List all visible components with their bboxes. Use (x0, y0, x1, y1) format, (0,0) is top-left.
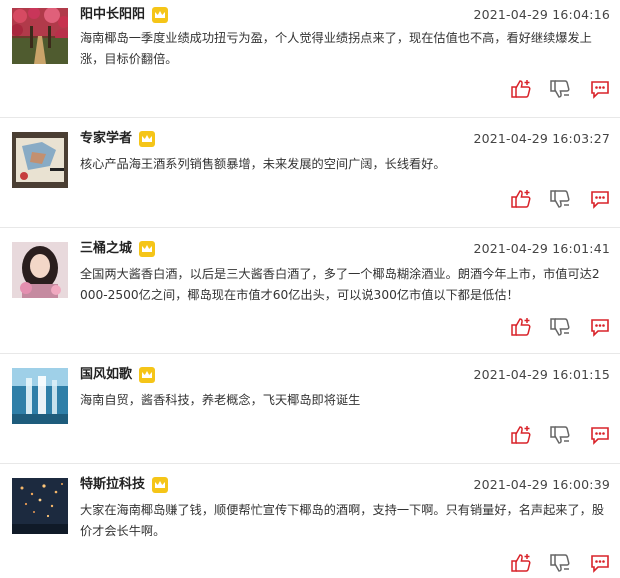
comment-actions (510, 78, 610, 100)
comment-text: 海南自贸，酱香科技，养老概念，飞天椰岛即将诞生 (80, 393, 361, 407)
like-icon[interactable] (510, 424, 532, 446)
avatar[interactable] (12, 8, 68, 64)
avatar[interactable] (12, 132, 68, 188)
comment-item: 特斯拉科技 2021-04-29 16:00:39 大家在海南椰岛赚了钱，顺便帮… (0, 464, 620, 577)
dislike-icon[interactable] (549, 424, 571, 446)
timestamp: 2021-04-29 16:04:16 (473, 7, 610, 22)
reply-icon[interactable] (589, 552, 611, 574)
crown-icon (139, 131, 156, 147)
comment-actions (510, 188, 610, 210)
like-icon[interactable] (510, 552, 532, 574)
dislike-icon[interactable] (549, 316, 571, 338)
comment-header: 阳中长阳阳 2021-04-29 16:04:16 (80, 6, 610, 24)
drawing-desk-avatar (12, 132, 68, 188)
timestamp: 2021-04-29 16:00:39 (473, 477, 610, 492)
reply-icon[interactable] (589, 424, 611, 446)
avatar[interactable] (12, 478, 68, 534)
comment-header: 国风如歌 2021-04-29 16:01:15 (80, 366, 610, 384)
flower-garden-path-avatar (12, 8, 68, 64)
like-icon[interactable] (510, 78, 532, 100)
comment-actions (510, 424, 610, 446)
comment-text: 海南椰岛一季度业绩成功扭亏为盈，个人觉得业绩拐点来了，现在估值也不高，看好继续爆… (80, 31, 592, 66)
comment-list: 阳中长阳阳 2021-04-29 16:04:16 海南椰岛一季度业绩成功扭亏为… (0, 0, 620, 577)
crown-icon (152, 7, 169, 23)
night-sky-lanterns-avatar (12, 478, 68, 534)
comment-header: 三桶之城 2021-04-29 16:01:41 (80, 240, 610, 258)
comment-item: 专家学者 2021-04-29 16:03:27 核心产品海王酒系列销售额暴增，… (0, 118, 620, 228)
reply-icon[interactable] (589, 78, 611, 100)
crown-icon (152, 477, 169, 493)
avatar[interactable] (12, 242, 68, 298)
comment-text: 核心产品海王酒系列销售额暴增，未来发展的空间广阔，长线看好。 (80, 157, 446, 171)
username[interactable]: 专家学者 (80, 130, 132, 148)
woman-portrait-avatar (12, 242, 68, 298)
comment-item: 阳中长阳阳 2021-04-29 16:04:16 海南椰岛一季度业绩成功扭亏为… (0, 0, 620, 118)
username[interactable]: 特斯拉科技 (80, 476, 145, 494)
like-icon[interactable] (510, 188, 532, 210)
waterfall-avatar (12, 368, 68, 424)
comment-text: 全国两大酱香白酒，以后是三大酱香白酒了，多了一个椰岛糊涂酒业。朗酒今年上市，市值… (80, 267, 600, 302)
username[interactable]: 三桶之城 (80, 240, 132, 258)
timestamp: 2021-04-29 16:01:41 (473, 241, 610, 256)
crown-icon (139, 367, 156, 383)
like-icon[interactable] (510, 316, 532, 338)
reply-icon[interactable] (589, 188, 611, 210)
comment-item: 国风如歌 2021-04-29 16:01:15 海南自贸，酱香科技，养老概念，… (0, 354, 620, 464)
crown-icon (139, 241, 156, 257)
comment-actions (510, 316, 610, 338)
timestamp: 2021-04-29 16:03:27 (473, 131, 610, 146)
comment-text: 大家在海南椰岛赚了钱，顺便帮忙宣传下椰岛的酒啊，支持一下啊。只有销量好，名声起来… (80, 503, 605, 538)
avatar[interactable] (12, 368, 68, 424)
timestamp: 2021-04-29 16:01:15 (473, 367, 610, 382)
comment-item: 三桶之城 2021-04-29 16:01:41 全国两大酱香白酒，以后是三大酱… (0, 228, 620, 354)
dislike-icon[interactable] (549, 188, 571, 210)
dislike-icon[interactable] (549, 78, 571, 100)
username[interactable]: 阳中长阳阳 (80, 6, 145, 24)
comment-header: 专家学者 2021-04-29 16:03:27 (80, 130, 610, 148)
comment-header: 特斯拉科技 2021-04-29 16:00:39 (80, 476, 610, 494)
comment-actions (510, 552, 610, 574)
dislike-icon[interactable] (549, 552, 571, 574)
username[interactable]: 国风如歌 (80, 366, 132, 384)
reply-icon[interactable] (589, 316, 611, 338)
